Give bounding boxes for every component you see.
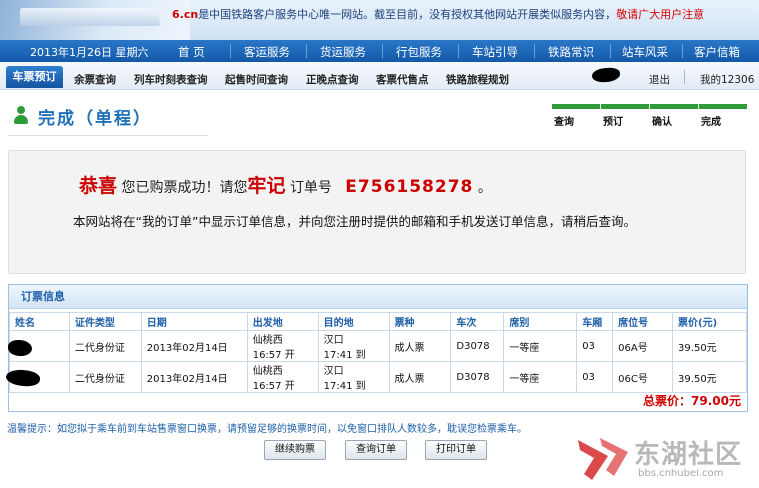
banner-train-image	[0, 0, 190, 40]
sub-nav: 车票预订 余票查询 列车时刻表查询 起售时间查询 正晚点查询 客票代售点 铁路旅…	[0, 62, 759, 90]
page-title: 完成（单程）	[38, 109, 152, 129]
watermark-emblem-icon	[578, 438, 628, 480]
order-info-text: 本网站将在“我的订单”中显示订单信息，并向您注册时提供的邮箱和手机发送订单信息，…	[73, 214, 636, 229]
tab-journey-planner[interactable]: 铁路旅程规划	[446, 72, 509, 87]
banner-notice-red: 敬请广大用户注意	[616, 8, 705, 21]
main-nav: 2013年1月26日 星期六 首 页 客运服务 货运服务 行包服务 车站引导 铁…	[0, 40, 759, 62]
step-book: 预订	[601, 104, 649, 128]
ticket-info-header: 订票信息	[9, 285, 747, 309]
tab-sale-time[interactable]: 起售时间查询	[225, 72, 288, 87]
ticket-info-box: 订票信息 姓名 证件类型 日期 出发地 目的地 票种 车次 席别 车厢 席位号 票价(元) 二…	[8, 284, 748, 412]
ticket-table: 姓名 证件类型 日期 出发地 目的地 票种 车次 席别 车厢 席位号 票价(元) 二代身份证 …	[9, 312, 747, 393]
nav-date: 2013年1月26日 星期六	[30, 46, 149, 59]
table-row: 二代身份证 2013年02月14日 仙桃西 16:57 开 汉口 17:41 到 成…	[9, 330, 747, 362]
tab-timetable[interactable]: 列车时刻表查询	[134, 72, 208, 87]
tab-delay-query[interactable]: 正晚点查询	[306, 72, 359, 87]
nav-railway-knowledge[interactable]: 铁路常识	[548, 44, 594, 60]
banner-notice-text: 是中国铁路客户服务中心唯一网站。截至目前，没有授权其他网站开展类似服务内容，	[198, 8, 617, 21]
print-order-button[interactable]: 打印订单	[425, 440, 487, 460]
nav-freight-service[interactable]: 货运服务	[320, 44, 366, 60]
step-query: 查询	[552, 104, 600, 128]
redacted-name-1	[8, 340, 32, 356]
warm-tip: 温馨提示：如您拟于乘车前到车站售票窗口换票，请预留足够的换票时间，以免窗口排队人…	[7, 424, 527, 435]
logout-link[interactable]: 退出	[649, 72, 670, 87]
continue-booking-button[interactable]: 继续购票	[264, 440, 326, 460]
order-number: E756158278	[345, 177, 474, 197]
congrats-text: 恭喜	[79, 175, 118, 197]
total-price: 总票价：79.00元	[643, 394, 741, 408]
tab-agency-points[interactable]: 客票代售点	[376, 72, 429, 87]
nav-parcel-service[interactable]: 行包服务	[396, 44, 442, 60]
step-complete: 完成	[699, 104, 747, 128]
nav-mailbox[interactable]: 客户信箱	[694, 44, 740, 60]
remember-text: 牢记	[247, 175, 286, 197]
top-banner: 6.cn是中国铁路客户服务中心唯一网站。截至目前，没有授权其他网站开展类似服务内…	[0, 0, 759, 40]
watermark-url: bbs.cnhubei.com	[638, 468, 724, 479]
user-icon	[13, 106, 29, 124]
watermark-logo: 东湖社区 bbs.cnhubei.com	[574, 426, 759, 488]
watermark-brand: 东湖社区	[634, 440, 743, 470]
banner-notice: 6.cn是中国铁路客户服务中心唯一网站。截至目前，没有授权其他网站开展类似服务内…	[172, 6, 704, 22]
success-message: 恭喜 您已购票成功！请您牢记 订单号 E756158278 。	[79, 175, 492, 197]
nav-home[interactable]: 首 页	[178, 44, 205, 60]
table-header-row: 姓名 证件类型 日期 出发地 目的地 票种 车次 席别 车厢 席位号 票价(元)	[9, 312, 747, 331]
table-row: 二代身份证 2013年02月14日 仙桃西 16:57 开 汉口 17:41 到 成…	[9, 361, 747, 393]
query-order-button[interactable]: 查询订单	[345, 440, 407, 460]
success-panel: 恭喜 您已购票成功！请您牢记 订单号 E756158278 。 本网站将在“我的…	[8, 150, 746, 274]
nav-passenger-service[interactable]: 客运服务	[244, 44, 290, 60]
title-divider	[8, 135, 208, 136]
banner-domain: 6.cn	[172, 8, 199, 21]
nav-station-style[interactable]: 站车风采	[622, 44, 668, 60]
my-12306-link[interactable]: 我的12306	[700, 72, 754, 87]
nav-station-guide[interactable]: 车站引导	[472, 44, 518, 60]
tab-ticket-booking[interactable]: 车票预订	[6, 66, 63, 88]
step-confirm: 确认	[650, 104, 698, 128]
tab-remaining-tickets[interactable]: 余票查询	[74, 72, 116, 87]
